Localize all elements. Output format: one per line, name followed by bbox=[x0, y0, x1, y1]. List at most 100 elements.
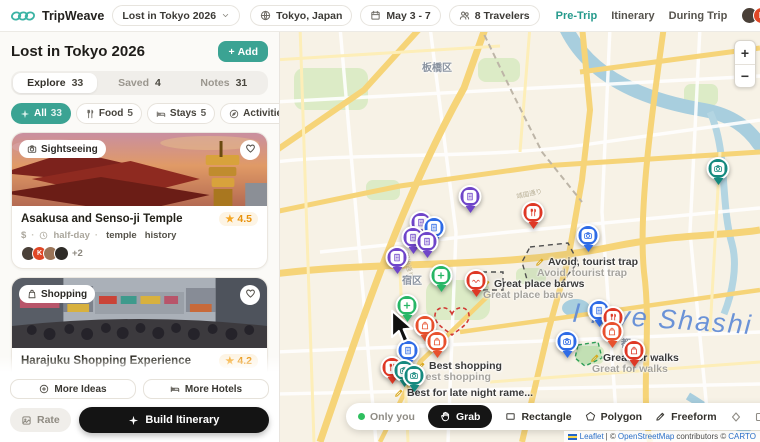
heart-icon bbox=[245, 286, 256, 304]
map-attribution: Leaflet | © OpenStreetMap contributors ©… bbox=[563, 431, 760, 442]
camera-icon bbox=[581, 229, 595, 242]
zoom-in-button[interactable]: + bbox=[735, 41, 755, 64]
nav-during-trip[interactable]: During Trip bbox=[669, 10, 728, 22]
tab-saved[interactable]: Saved 4 bbox=[97, 73, 181, 93]
building-icon bbox=[463, 190, 477, 203]
filter-activities[interactable]: Activities23 bbox=[220, 103, 279, 124]
favorite-button[interactable] bbox=[240, 285, 260, 305]
tool-freeform[interactable]: Freeform bbox=[655, 411, 717, 423]
map-pin-camera[interactable] bbox=[402, 364, 426, 397]
map-pin-camera[interactable] bbox=[555, 330, 579, 363]
nav-pre-trip[interactable]: Pre-Trip bbox=[556, 10, 598, 22]
note-echo: Best shopping bbox=[418, 371, 491, 383]
card-meta: $ half-day temple history bbox=[21, 230, 258, 241]
map-note[interactable]: Avoid, tourist trap Avoid, tourist trap bbox=[535, 256, 638, 279]
rectangle-label: Rectangle bbox=[521, 410, 572, 423]
map-pin-plus[interactable] bbox=[429, 264, 453, 297]
camera-icon bbox=[407, 369, 421, 382]
avatar bbox=[54, 246, 69, 261]
plus-icon bbox=[400, 299, 414, 312]
top-bar: TripWeave Lost in Tokyo 2026 Tokyo, Japa… bbox=[0, 0, 760, 32]
map-pin-food[interactable] bbox=[521, 201, 545, 234]
note-echo: Great place barws bbox=[483, 289, 574, 301]
trip-selector[interactable]: Lost in Tokyo 2026 bbox=[112, 5, 241, 26]
leaflet-link[interactable]: Leaflet bbox=[580, 432, 604, 441]
panel-footer: More Ideas More Hotels Rate Build Itiner… bbox=[0, 356, 279, 442]
carto-link[interactable]: CARTO bbox=[728, 432, 756, 441]
chip-label: Activities bbox=[243, 108, 279, 119]
rate-button[interactable]: Rate bbox=[10, 408, 71, 432]
map-pin-bag[interactable] bbox=[425, 330, 449, 363]
more-ideas-button[interactable]: More Ideas bbox=[10, 379, 136, 399]
flag-icon bbox=[567, 433, 577, 440]
hand-icon bbox=[440, 411, 451, 422]
app-logo[interactable]: TripWeave bbox=[10, 8, 104, 24]
price-level: $ bbox=[21, 230, 27, 241]
map-canvas[interactable]: I love Shashi + − Only you Grab Rectangl… bbox=[280, 32, 760, 442]
badge-label: Sightseeing bbox=[41, 143, 98, 155]
bag-icon bbox=[605, 325, 619, 338]
map-pin-bag[interactable] bbox=[600, 320, 624, 353]
building-icon bbox=[420, 235, 434, 248]
diamond-icon[interactable] bbox=[730, 411, 742, 423]
filter-stays[interactable]: Stays 5 bbox=[146, 103, 216, 124]
member-avatars[interactable]: K bbox=[741, 7, 760, 24]
map-note[interactable]: Great place barws Great place barws bbox=[481, 278, 584, 301]
map-pin-camera[interactable] bbox=[576, 224, 600, 257]
bag-icon bbox=[430, 335, 444, 348]
map-pin-bag[interactable] bbox=[622, 339, 646, 372]
tab-count: 33 bbox=[71, 77, 84, 89]
tab-notes[interactable]: Notes 31 bbox=[182, 73, 266, 93]
map-pin-building[interactable] bbox=[385, 246, 409, 279]
map-pin-building[interactable] bbox=[415, 230, 439, 263]
tab-count: 4 bbox=[155, 77, 161, 89]
panel-tabs: Explore 33 Saved 4 Notes 31 bbox=[11, 71, 268, 95]
map-pin-wave[interactable] bbox=[464, 269, 488, 302]
freeform-label: Freeform bbox=[671, 410, 717, 423]
chip-label: Stays bbox=[169, 108, 197, 119]
map-draw-toolbar: Only you Grab Rectangle Polygon Freeform bbox=[346, 403, 760, 430]
filter-all[interactable]: All 33 bbox=[11, 103, 71, 124]
panel-toggle-icon[interactable] bbox=[755, 411, 760, 423]
bag-icon bbox=[27, 289, 37, 299]
travelers-pill[interactable]: 8 Travelers bbox=[448, 5, 540, 26]
pencil-icon bbox=[590, 353, 600, 363]
utensils-icon bbox=[85, 109, 95, 119]
tab-label: Saved bbox=[118, 77, 150, 89]
add-label: Add bbox=[237, 45, 258, 58]
zoom-out-button[interactable]: − bbox=[735, 64, 755, 87]
visibility-only-you[interactable]: Only you bbox=[358, 411, 415, 423]
trip-side-panel: Lost in Tokyo 2026 + Add Explore 33 Saved 4… bbox=[0, 32, 280, 442]
dates-pill[interactable]: May 3 - 7 bbox=[360, 5, 441, 26]
camera-icon bbox=[27, 144, 37, 154]
map-pin-camera[interactable] bbox=[706, 157, 730, 190]
build-itinerary-label: Build Itinerary bbox=[145, 414, 220, 426]
tab-explore[interactable]: Explore 33 bbox=[13, 73, 98, 93]
place-card-asakusa[interactable]: Sightseeing Asakusa and Senso-ji Temple … bbox=[11, 132, 268, 269]
plus-icon: + bbox=[228, 45, 235, 58]
build-itinerary-button[interactable]: Build Itinerary bbox=[78, 407, 269, 433]
favorite-button[interactable] bbox=[240, 140, 260, 160]
pencil-icon bbox=[535, 257, 545, 267]
osm-link[interactable]: OpenStreetMap bbox=[618, 432, 674, 441]
more-hotels-button[interactable]: More Hotels bbox=[143, 379, 269, 399]
people-icon bbox=[459, 10, 470, 21]
nav-itinerary[interactable]: Itinerary bbox=[611, 10, 654, 22]
phase-nav: Pre-Trip Itinerary During Trip bbox=[556, 10, 728, 22]
bag-icon bbox=[627, 344, 641, 357]
category-badge: Shopping bbox=[19, 285, 96, 303]
map-pin-building[interactable] bbox=[458, 185, 482, 218]
tool-rectangle[interactable]: Rectangle bbox=[505, 410, 572, 423]
grab-label: Grab bbox=[455, 410, 481, 423]
filter-food[interactable]: Food 5 bbox=[75, 103, 142, 124]
chip-count: 5 bbox=[200, 108, 207, 119]
tool-polygon[interactable]: Polygon bbox=[585, 411, 642, 423]
location-label: Tokyo, Japan bbox=[276, 9, 343, 22]
add-button[interactable]: + Add bbox=[218, 41, 268, 62]
compass-icon bbox=[229, 109, 239, 119]
tool-grab[interactable]: Grab bbox=[427, 405, 493, 428]
map-tiles bbox=[280, 32, 760, 442]
location-pill[interactable]: Tokyo, Japan bbox=[250, 5, 353, 26]
chevron-down-icon bbox=[221, 11, 230, 20]
bed-icon bbox=[170, 384, 180, 394]
